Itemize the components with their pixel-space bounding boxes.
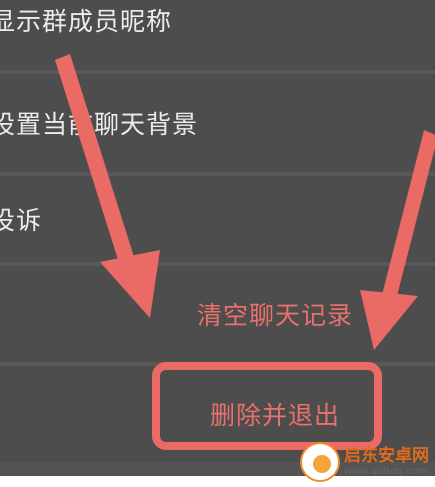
right-arrow-head	[360, 290, 418, 350]
watermark-site-url: www.qdltdq.com	[344, 466, 428, 477]
right-arrow-shaft	[382, 130, 435, 300]
watermark-site-name: 启东安卓网	[344, 446, 429, 466]
left-arrow-head	[100, 250, 160, 318]
watermark-text: 启东安卓网 www.qdltdq.com	[344, 446, 429, 478]
watermark-logo-icon	[300, 442, 340, 482]
left-arrow-shaft	[55, 54, 135, 266]
site-watermark: 启东安卓网 www.qdltdq.com	[300, 440, 430, 484]
annotation-arrows	[55, 54, 435, 350]
